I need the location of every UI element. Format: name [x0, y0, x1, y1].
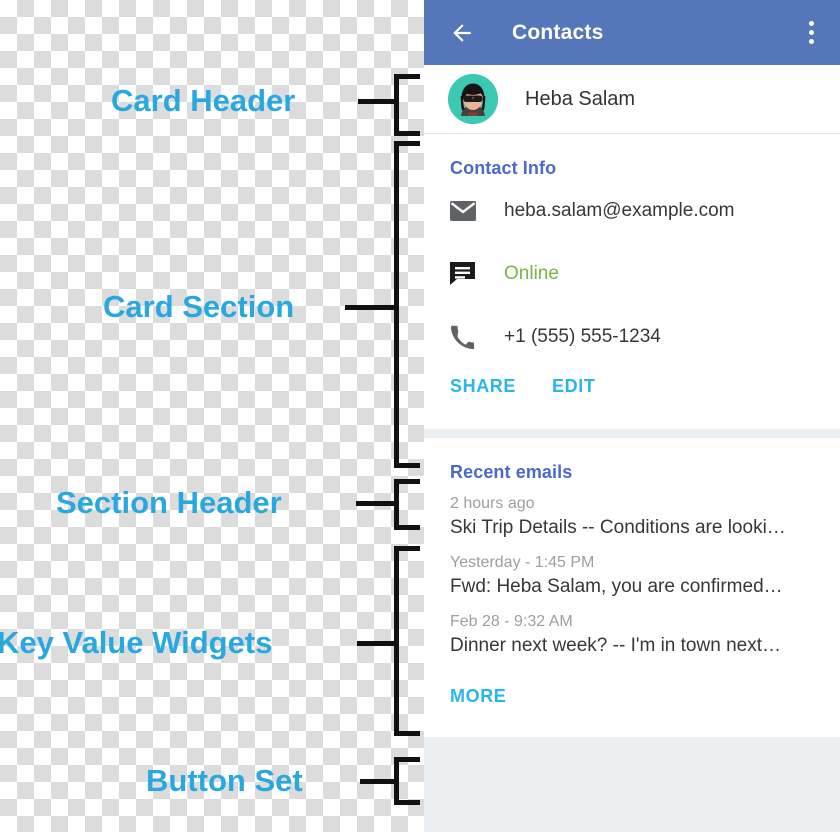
mobile-app-panel: Contacts Heba Salam Contact Info heba.sa… [424, 0, 840, 832]
status-value: Online [504, 262, 559, 284]
recent-emails-title: Recent emails [450, 462, 573, 482]
annotation-bracket-button-set [394, 757, 420, 805]
key-value-phone[interactable]: +1 (555) 555-1234 [424, 305, 840, 368]
email-time: 2 hours ago [450, 495, 535, 512]
share-button[interactable]: SHARE [450, 376, 516, 397]
email-icon [450, 200, 480, 221]
annotation-label-card-section: Card Section [103, 289, 295, 324]
email-subject: Fwd: Heba Salam, you are confirmed… [450, 576, 783, 597]
contact-info-title: Contact Info [450, 158, 557, 178]
annotation-leader-button-set [360, 779, 396, 784]
contact-info-section: Contact Info heba.salam@example.com Onli… [424, 134, 840, 429]
app-bar-title: Contacts [512, 20, 604, 44]
annotation-bracket-section-header [394, 479, 420, 530]
list-item[interactable]: Yesterday - 1:45 PM Fwd: Heba Salam, you… [424, 554, 840, 598]
recent-emails-button-set: MORE [424, 672, 840, 737]
email-value: heba.salam@example.com [504, 199, 735, 221]
annotation-leader-section-header [356, 501, 396, 506]
email-subject: Ski Trip Details -- Conditions are looki… [450, 517, 786, 538]
annotation-label-key-value-widgets: Key Value Widgets [0, 625, 273, 660]
transparency-checkerboard [0, 0, 424, 832]
annotation-leader-card-section [345, 305, 395, 310]
phone-icon [450, 325, 480, 349]
annotation-leader-key-value-widgets [357, 641, 396, 646]
app-bar: Contacts [424, 0, 840, 65]
edit-button[interactable]: EDIT [552, 376, 595, 397]
email-time: Feb 28 - 9:32 AM [450, 613, 573, 630]
recent-emails-list: 2 hours ago Ski Trip Details -- Conditio… [424, 483, 840, 657]
key-value-chat-status[interactable]: Online [424, 242, 840, 305]
email-time: Yesterday - 1:45 PM [450, 554, 595, 571]
more-vert-icon[interactable] [808, 21, 814, 44]
annotation-label-section-header: Section Header [56, 485, 282, 520]
contact-info-button-set: SHARE EDIT [424, 368, 840, 423]
recent-emails-card: Recent emails 2 hours ago Ski Trip Detai… [424, 438, 840, 737]
key-value-email[interactable]: heba.salam@example.com [424, 179, 840, 242]
list-item[interactable]: 2 hours ago Ski Trip Details -- Conditio… [424, 495, 840, 539]
annotation-label-card-header: Card Header [111, 83, 296, 118]
annotation-leader-card-header [358, 99, 396, 104]
annotation-bracket-card-header [394, 74, 420, 136]
email-subject: Dinner next week? -- I'm in town next… [450, 635, 781, 656]
card-separator [424, 429, 840, 438]
annotation-bracket-card-section [394, 141, 420, 468]
arrow-left-icon[interactable] [449, 20, 475, 46]
phone-value: +1 (555) 555-1234 [504, 325, 661, 347]
chat-icon [450, 262, 480, 285]
annotation-label-button-set: Button Set [146, 763, 303, 798]
contact-name: Heba Salam [525, 87, 636, 110]
list-item[interactable]: Feb 28 - 9:32 AM Dinner next week? -- I'… [424, 613, 840, 657]
card-header[interactable]: Heba Salam [424, 65, 840, 134]
contact-card: Heba Salam Contact Info heba.salam@examp… [424, 65, 840, 429]
more-button[interactable]: MORE [450, 686, 506, 707]
annotation-bracket-key-value-widgets [394, 546, 420, 736]
avatar [448, 74, 498, 124]
screenshot-root: Card Header Card Section Section Header … [0, 0, 840, 832]
